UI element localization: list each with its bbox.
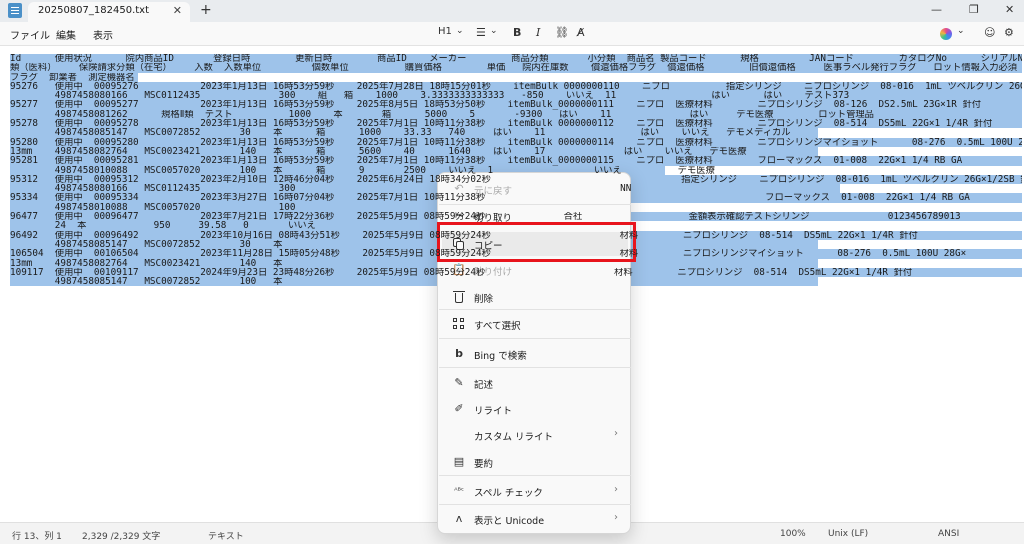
italic-button[interactable]: I xyxy=(536,26,540,39)
menu-select-all[interactable]: すべて選択 xyxy=(442,312,628,336)
tab-title: 20250807_182450.txt xyxy=(38,5,150,16)
spellcheck-icon: ᴬᴮᶜ xyxy=(454,486,464,495)
text-line: 13mm 4987458082764 MSC0023421 140 本 箱 56… xyxy=(10,146,1022,157)
text-line: フラグ 卸業者 測定機器名 xyxy=(10,72,1022,82)
maximize-button[interactable]: ❐ xyxy=(969,3,979,16)
submenu-chevron-icon: › xyxy=(614,484,618,495)
text-line: 95312 使用中 00095312 2023年2月10日 12時46分04秒 … xyxy=(10,174,1022,185)
menu-select-all-label: すべて選択 xyxy=(474,321,521,332)
menu-custom-rewrite-label: カスタム リライト xyxy=(474,432,554,443)
profile-icon[interactable]: ☺ xyxy=(984,26,995,39)
text-line: 4987458081262 規格Ⅱ類 テスト 1000 本 箱 5000 5 -… xyxy=(10,109,1022,120)
copilot-icon[interactable] xyxy=(940,28,952,40)
zoom-level[interactable]: 100% xyxy=(780,529,806,539)
menu-custom-rewrite[interactable]: カスタム リライト › xyxy=(442,423,628,447)
menu-divider xyxy=(439,367,631,368)
tab-close-icon[interactable]: ✕ xyxy=(173,4,182,17)
new-tab-button[interactable]: + xyxy=(200,2,212,18)
menu-unicode-label: 表示と Unicode xyxy=(474,516,545,527)
text-line: 96492 使用中 00096492 2023年10月16日 08時43分51秒… xyxy=(10,230,1022,240)
character-count: 2,329 /2,329 文字 xyxy=(82,532,161,542)
text-line: 96477 使用中 00096477 2023年7月21日 17時22分36秒 … xyxy=(10,212,1022,222)
cursor-position[interactable]: 行 13、列 1 xyxy=(12,529,62,542)
document-text: Id 使用状況 院内商品ID 登録日時 更新日時 商品ID メーカー 商品分類 … xyxy=(10,54,1022,287)
text-line: 109117 使用中 00109117 2024年9月23日 23時48分26秒… xyxy=(10,267,1022,278)
summarize-icon: ▤ xyxy=(453,455,465,468)
menu-spell-check[interactable]: ᴬᴮᶜ スペル チェック › xyxy=(442,479,628,503)
encoding[interactable]: ANSI xyxy=(938,529,959,539)
settings-icon[interactable]: ⚙ xyxy=(1004,26,1014,39)
close-window-button[interactable]: ✕ xyxy=(1005,3,1014,16)
text-line: 95281 使用中 00095281 2023年1月13日 16時53分59秒 … xyxy=(10,156,1022,166)
menu-delete-label: 削除 xyxy=(474,294,494,305)
heading-chevron-icon: ⌄ xyxy=(456,26,464,36)
select-all-icon xyxy=(452,317,466,331)
line-ending[interactable]: Unix (LF) xyxy=(828,529,868,539)
submenu-chevron-icon: › xyxy=(614,428,618,439)
text-line: 類（医科） 保険請求分類（在宅） 入数 入数単位 個数単位 購買価格 単価 院内… xyxy=(10,63,1022,73)
menu-divider xyxy=(439,475,631,476)
menu-file[interactable]: ファイル xyxy=(10,27,50,42)
list-icon[interactable]: ☰ xyxy=(476,26,486,39)
text-line: 95277 使用中 00095277 2023年1月13日 16時53分59秒 … xyxy=(10,100,1022,110)
menu-rewrite-label: リライト xyxy=(474,406,513,417)
text-mode[interactable]: テキスト xyxy=(208,529,244,542)
unicode-icon: ʌ xyxy=(455,512,463,525)
notepad-app-icon xyxy=(8,3,22,18)
menu-unicode[interactable]: ʌ 表示と Unicode › xyxy=(442,507,628,531)
minimize-button[interactable]: — xyxy=(931,3,942,16)
menu-divider xyxy=(439,338,631,339)
text-line: 95276 使用中 00095276 2023年1月13日 16時53分59秒 … xyxy=(10,81,1022,92)
menu-delete[interactable]: 削除 xyxy=(442,285,628,309)
text-line: 95334 使用中 00095334 2023年3月27日 16時07分04秒 … xyxy=(10,193,1022,203)
menu-bing-label: Bing で検索 xyxy=(474,351,527,362)
menu-summarize[interactable]: ▤ 要約 xyxy=(442,450,628,474)
text-line: 106504 使用中 00106504 2023年11月28日 15時05分48… xyxy=(10,249,1022,259)
title-bar: 20250807_182450.txt ✕ + — ❐ ✕ xyxy=(0,0,1024,22)
submenu-chevron-icon: › xyxy=(614,512,618,523)
menu-rewrite[interactable]: ✐ リライト xyxy=(442,397,628,421)
link-icon[interactable]: ⛓ xyxy=(555,26,569,39)
text-line: 4987458080166 MSC0112435 300 組 箱 1000 3.… xyxy=(10,91,1022,101)
text-line: 4987458080166 MSC0112435 300 NN xyxy=(10,184,1022,194)
menu-bing-search[interactable]: b Bing で検索 xyxy=(442,342,628,366)
text-line: 4987458085147 MSC0072852 30 本 箱 1000 33.… xyxy=(10,128,1022,138)
trash-icon xyxy=(452,290,466,304)
menu-divider xyxy=(439,309,631,310)
text-line: Id 使用状況 院内商品ID 登録日時 更新日時 商品ID メーカー 商品分類 … xyxy=(10,54,1022,64)
text-line: 95278 使用中 00095278 2023年1月13日 16時53分59秒 … xyxy=(10,119,1022,129)
copilot-chevron-icon[interactable]: ⌄ xyxy=(957,26,965,36)
heading-dropdown[interactable]: H1 xyxy=(438,26,452,37)
tab-file[interactable]: 20250807_182450.txt ✕ xyxy=(28,2,190,22)
bing-icon: b xyxy=(455,347,463,360)
menu-spell-check-label: スペル チェック xyxy=(474,488,543,499)
rewrite-icon: ✐ xyxy=(454,402,464,415)
menu-summarize-label: 要約 xyxy=(474,459,494,470)
menu-edit[interactable]: 編集 xyxy=(56,27,76,42)
menu-view[interactable]: 表示 xyxy=(93,27,113,42)
menu-divider xyxy=(439,504,631,505)
menu-write[interactable]: ✎ 記述 xyxy=(442,371,628,395)
list-chevron-icon: ⌄ xyxy=(490,26,498,36)
menu-bar: ファイル 編集 表示 H1 ⌄ ☰ ⌄ B I ⛓ A̸ ⌄ ☺ ⚙ xyxy=(0,22,1024,46)
text-line: 95280 使用中 00095280 2023年1月13日 16時53分59秒 … xyxy=(10,137,1022,147)
write-icon: ✎ xyxy=(454,376,464,389)
text-line: 4987458010088 MSC0057020 100 本 箱 9 2500 … xyxy=(10,165,1022,175)
bold-button[interactable]: B xyxy=(513,26,521,39)
menu-write-label: 記述 xyxy=(474,380,494,391)
clear-format-icon[interactable]: A̸ xyxy=(577,26,585,39)
